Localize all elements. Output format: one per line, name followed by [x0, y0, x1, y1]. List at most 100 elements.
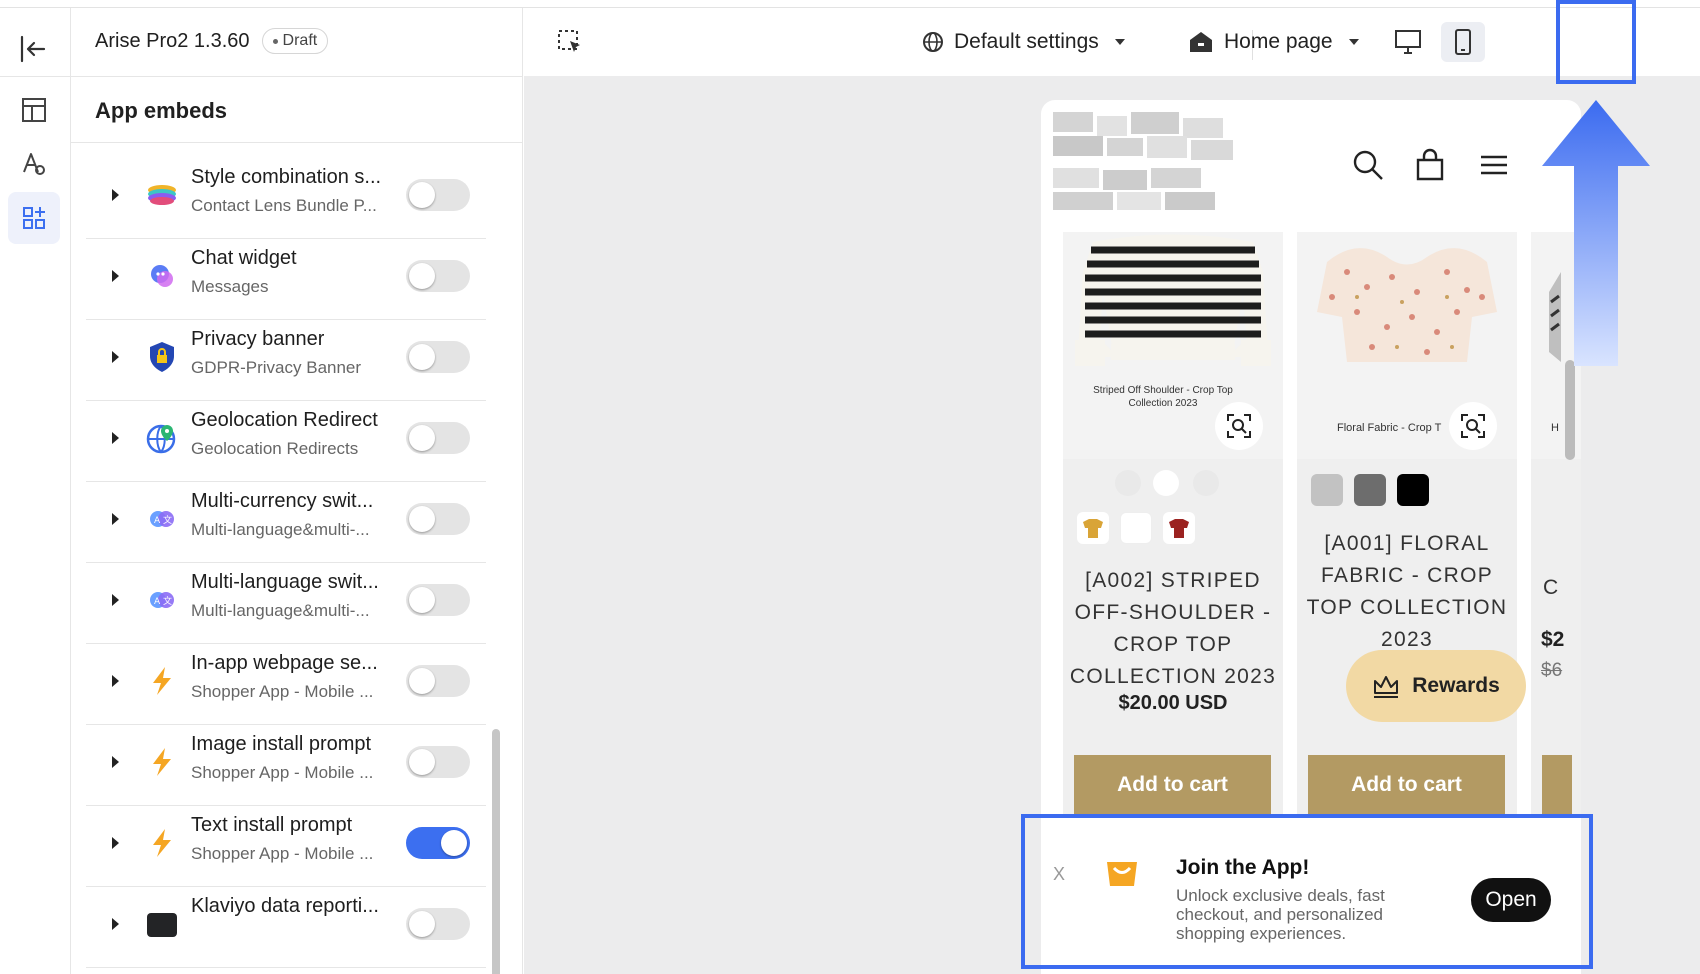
chat-widget-icon	[144, 258, 180, 294]
sidebar-scrollbar-thumb[interactable]	[492, 729, 500, 974]
svg-text:文: 文	[163, 514, 172, 526]
select-element-icon[interactable]	[556, 28, 584, 56]
expand-caret-icon[interactable]	[112, 513, 119, 525]
toggle-knob	[409, 182, 435, 208]
search-icon[interactable]	[1351, 148, 1385, 182]
product-title[interactable]: C	[1543, 576, 1558, 600]
add-to-cart-button[interactable]	[1542, 755, 1572, 815]
preview-toolbar: Default settings Home page	[524, 8, 1700, 76]
expand-caret-icon[interactable]	[112, 270, 119, 282]
exit-icon[interactable]	[18, 34, 48, 64]
app-embed-title: Chat widget	[191, 247, 297, 269]
app-embed-toggle[interactable]	[406, 179, 470, 211]
expand-caret-icon[interactable]	[112, 594, 119, 606]
add-to-cart-button[interactable]: Add to cart	[1074, 755, 1271, 815]
quick-view-button[interactable]	[1449, 402, 1497, 450]
product-title[interactable]: [A001] FLORAL FABRIC - CROP TOP COLLECTI…	[1297, 528, 1517, 656]
panel-title: App embeds	[95, 98, 228, 123]
app-embed-item[interactable]: Text install prompt Shopper App - Mobile …	[86, 799, 486, 887]
settings-dropdown[interactable]: Default settings	[922, 30, 1125, 54]
expand-caret-icon[interactable]	[112, 432, 119, 444]
shopping-bag-icon	[1107, 862, 1137, 886]
app-embed-subtitle: Multi-language&multi-...	[191, 520, 370, 539]
rewards-label: Rewards	[1412, 674, 1500, 697]
app-embed-title: Multi-currency swit...	[191, 490, 374, 512]
product-image-caption: Striped Off Shoulder - Crop Top Collecti…	[1093, 385, 1233, 409]
app-embed-toggle[interactable]	[406, 908, 470, 940]
sections-layout-icon[interactable]	[8, 84, 60, 136]
app-embeds-icon[interactable]	[8, 192, 60, 244]
app-embed-title: Style combination s...	[191, 166, 382, 188]
color-dot[interactable]	[1153, 470, 1179, 496]
variant-swatch[interactable]	[1163, 512, 1195, 544]
expand-caret-icon[interactable]	[112, 918, 119, 930]
sidebar-scrollbar[interactable]	[491, 151, 501, 974]
app-embeds-sidebar: Arise Pro2 1.3.60 Draft App embeds Style…	[71, 8, 523, 974]
app-embed-subtitle: Multi-language&multi-...	[191, 601, 370, 620]
banner-open-button[interactable]: Open	[1471, 878, 1551, 922]
mobile-view-button[interactable]	[1441, 22, 1485, 62]
toggle-knob	[409, 263, 435, 289]
desktop-icon	[1395, 30, 1421, 54]
product-price: $20.00 USD	[1118, 692, 1228, 714]
variant-swatch[interactable]	[1077, 512, 1109, 544]
app-embed-toggle[interactable]	[406, 422, 470, 454]
variant-swatch[interactable]	[1120, 512, 1152, 544]
globe-pin-icon	[144, 420, 180, 456]
expand-caret-icon[interactable]	[112, 675, 119, 687]
expand-caret-icon[interactable]	[112, 351, 119, 363]
desktop-view-button[interactable]	[1386, 22, 1430, 62]
app-embed-item[interactable]: Image install prompt Shopper App - Mobile…	[86, 718, 486, 806]
expand-caret-icon[interactable]	[112, 189, 119, 201]
rewards-launcher-button[interactable]: Rewards	[1346, 650, 1526, 722]
draft-label: Draft	[282, 32, 318, 49]
translate-bubbles-icon: A文	[144, 501, 180, 537]
app-embed-toggle[interactable]	[406, 260, 470, 292]
color-dot[interactable]	[1193, 470, 1219, 496]
app-embed-item[interactable]: Style combination s... Contact Lens Bundl…	[86, 151, 486, 239]
add-to-cart-button[interactable]: Add to cart	[1308, 755, 1505, 815]
color-dot[interactable]	[1115, 470, 1141, 496]
page-dropdown[interactable]: Home page	[1188, 30, 1359, 54]
translate-bubbles-icon: A文	[144, 582, 180, 618]
app-embed-toggle[interactable]	[406, 665, 470, 697]
app-embed-toggle[interactable]	[406, 503, 470, 535]
app-embed-item[interactable]: A 文 Multi-language swit... Multi-language&m…	[86, 556, 486, 644]
expand-caret-icon[interactable]	[112, 837, 119, 849]
preview-scrollbar[interactable]	[1565, 360, 1575, 460]
toggle-knob	[409, 425, 435, 451]
product-title[interactable]: [A002] STRIPED OFF-SHOULDER - CROP TOP C…	[1063, 565, 1283, 693]
variant-swatch[interactable]	[1397, 474, 1429, 506]
app-embed-item[interactable]: Klaviyo data reporti...	[86, 880, 486, 968]
expand-caret-icon[interactable]	[112, 756, 119, 768]
home-icon	[1190, 32, 1212, 52]
product-image[interactable]: Striped Off Shoulder - Crop Top Collecti…	[1063, 232, 1283, 459]
cart-icon[interactable]	[1413, 148, 1447, 182]
app-embed-toggle[interactable]	[406, 341, 470, 373]
svg-text:文: 文	[163, 595, 172, 607]
zoom-icon	[1227, 414, 1251, 438]
quick-view-button[interactable]	[1215, 402, 1263, 450]
app-embed-item[interactable]: Privacy banner GDPR-Privacy Banner	[86, 313, 486, 401]
theme-name: Arise Pro2 1.3.60	[95, 29, 250, 52]
app-embed-item[interactable]: A 文 Multi-currency swit... Multi-language&m…	[86, 475, 486, 563]
product-image[interactable]: Floral Fabric - Crop T	[1297, 232, 1517, 459]
globe-icon	[923, 32, 943, 52]
variant-swatch[interactable]	[1311, 474, 1343, 506]
app-embed-subtitle: Shopper App - Mobile ...	[191, 763, 374, 782]
app-embed-toggle[interactable]	[406, 584, 470, 616]
banner-close-button[interactable]: X	[1053, 864, 1065, 885]
settings-label: Default settings	[954, 30, 1099, 53]
app-embed-toggle[interactable]	[406, 827, 470, 859]
zoom-icon	[1461, 414, 1485, 438]
menu-icon[interactable]	[1477, 148, 1511, 182]
app-embed-item[interactable]: Chat widget Messages	[86, 232, 486, 320]
app-embed-toggle[interactable]	[406, 746, 470, 778]
app-embed-title: Text install prompt	[191, 814, 353, 836]
svg-text:A: A	[154, 516, 161, 526]
theme-style-icon[interactable]	[8, 138, 60, 190]
privacy-shield-icon	[144, 339, 180, 375]
variant-swatch[interactable]	[1354, 474, 1386, 506]
app-embed-item[interactable]: Geolocation Redirect Geolocation Redirect…	[86, 394, 486, 482]
app-embed-item[interactable]: In-app webpage se... Shopper App - Mobile…	[86, 637, 486, 725]
